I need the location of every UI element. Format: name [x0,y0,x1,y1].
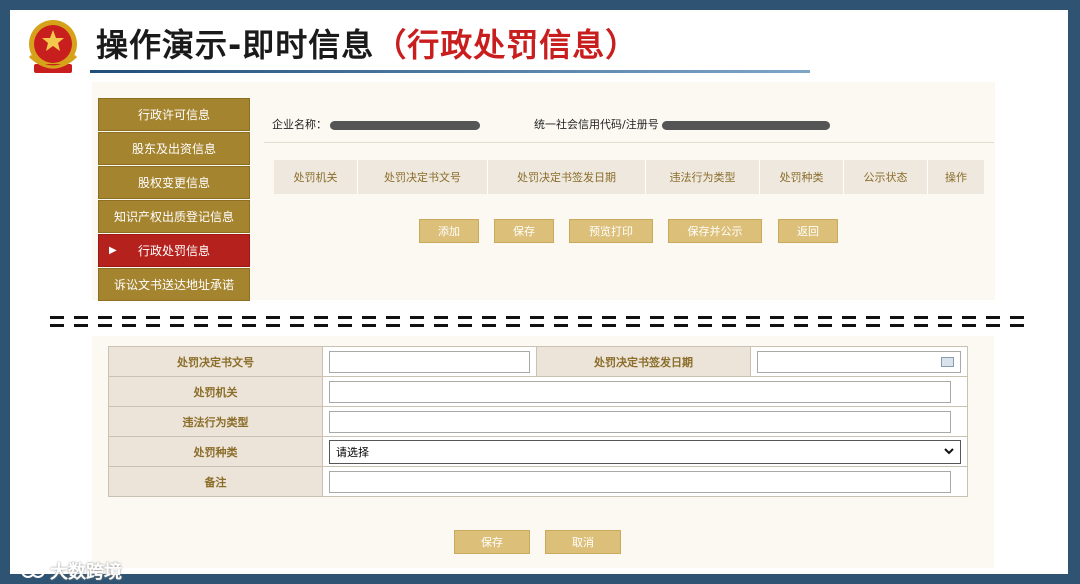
violation-type-input[interactable] [329,410,951,433]
penalty-list-panel: 行政许可信息 股东及出资信息 股权变更信息 知识产权出质登记信息 ▶ 行政处罚信… [92,82,995,302]
watermark-logo-icon [21,564,45,578]
penalty-form-panel: 处罚决定书文号 处罚决定书签发日期 处罚机关 违法行为类型 处罚种类 请选择 备… [92,336,994,568]
column-header: 公示状态 [844,160,928,194]
sidebar: 行政许可信息 股东及出资信息 股权变更信息 知识产权出质登记信息 ▶ 行政处罚信… [98,98,250,302]
sidebar-item-admin-penalty[interactable]: ▶ 行政处罚信息 [98,234,250,267]
redacted-company-name [330,120,480,130]
title-underline [90,70,810,73]
penalty-category-select[interactable]: 请选择 [329,439,961,464]
form-save-button[interactable]: 保存 [454,530,530,554]
issue-date-input[interactable] [757,350,961,373]
column-header: 违法行为类型 [646,160,760,194]
issue-date-label: 处罚决定书签发日期 [536,346,751,377]
sidebar-item-label: 知识产权出质登记信息 [113,210,234,224]
slide-title-sub: （行政处罚信息） [374,26,639,64]
penalty-form: 处罚决定书文号 处罚决定书签发日期 处罚机关 违法行为类型 处罚种类 请选择 备… [108,346,968,497]
penalty-category-label: 处罚种类 [108,436,323,467]
add-button[interactable]: 添加 [419,219,479,243]
sidebar-item-label: 诉讼文书送达地址承诺 [113,278,234,292]
watermark-text: 大数跨境 [50,562,122,583]
dashed-separator [50,316,1034,330]
save-button[interactable]: 保存 [494,219,554,243]
chevron-down-icon [944,448,954,455]
play-arrow-icon: ▶ [109,245,117,256]
sidebar-item-shareholder[interactable]: 股东及出资信息 [98,132,250,165]
column-header: 操作 [945,171,967,184]
column-header: 处罚决定书文号 [358,160,488,194]
divider [264,142,994,143]
doc-no-label: 处罚决定书文号 [108,346,323,377]
penalty-category-value: 请选择 [336,445,369,459]
national-emblem-icon [28,20,78,73]
redacted-credit-code [661,120,830,130]
slide: 操作演示-即时信息（行政处罚信息） 行政许可信息 股东及出资信息 股权变更信息 … [10,10,1068,583]
preview-print-button[interactable]: 预览打印 [569,219,653,243]
company-name-label: 企业名称： [272,118,327,131]
penalty-table-header: 处罚机关 处罚决定书文号 处罚决定书签发日期 违法行为类型 处罚种类 公示状态 … [274,160,984,194]
watermark: 大数跨境 [20,558,122,584]
doc-no-input[interactable] [329,350,530,373]
sidebar-item-label: 股权变更信息 [137,176,210,190]
back-button[interactable]: 返回 [778,219,838,243]
column-header: 处罚机关 [274,160,358,194]
sidebar-item-ip-pledge[interactable]: 知识产权出质登记信息 [98,200,250,233]
remark-label: 备注 [108,466,323,497]
slide-title-main: 操作演示-即时信息 [96,26,375,64]
form-cancel-button[interactable]: 取消 [545,530,621,554]
company-info: 企业名称： 统一社会信用代码/注册号 [272,116,830,132]
sidebar-item-label: 行政处罚信息 [137,244,210,258]
sidebar-item-equity-change[interactable]: 股权变更信息 [98,166,250,199]
column-header: 处罚种类 [760,160,844,194]
save-publish-button[interactable]: 保存并公示 [668,219,762,243]
credit-code-group: 统一社会信用代码/注册号 [534,116,830,132]
calendar-icon[interactable] [941,356,954,367]
sidebar-item-litigation-address[interactable]: 诉讼文书送达地址承诺 [98,268,250,301]
column-header: 处罚决定书签发日期 [488,160,646,194]
sidebar-item-label: 行政许可信息 [137,108,210,122]
sidebar-item-admin-license[interactable]: 行政许可信息 [98,98,250,131]
credit-code-label: 统一社会信用代码/注册号 [534,118,659,131]
authority-label: 处罚机关 [108,376,323,407]
violation-type-label: 违法行为类型 [108,406,323,437]
sidebar-item-label: 股东及出资信息 [131,142,216,156]
slide-title: 操作演示-即时信息（行政处罚信息） [96,20,638,66]
authority-input[interactable] [329,380,951,403]
remark-input[interactable] [329,470,951,493]
